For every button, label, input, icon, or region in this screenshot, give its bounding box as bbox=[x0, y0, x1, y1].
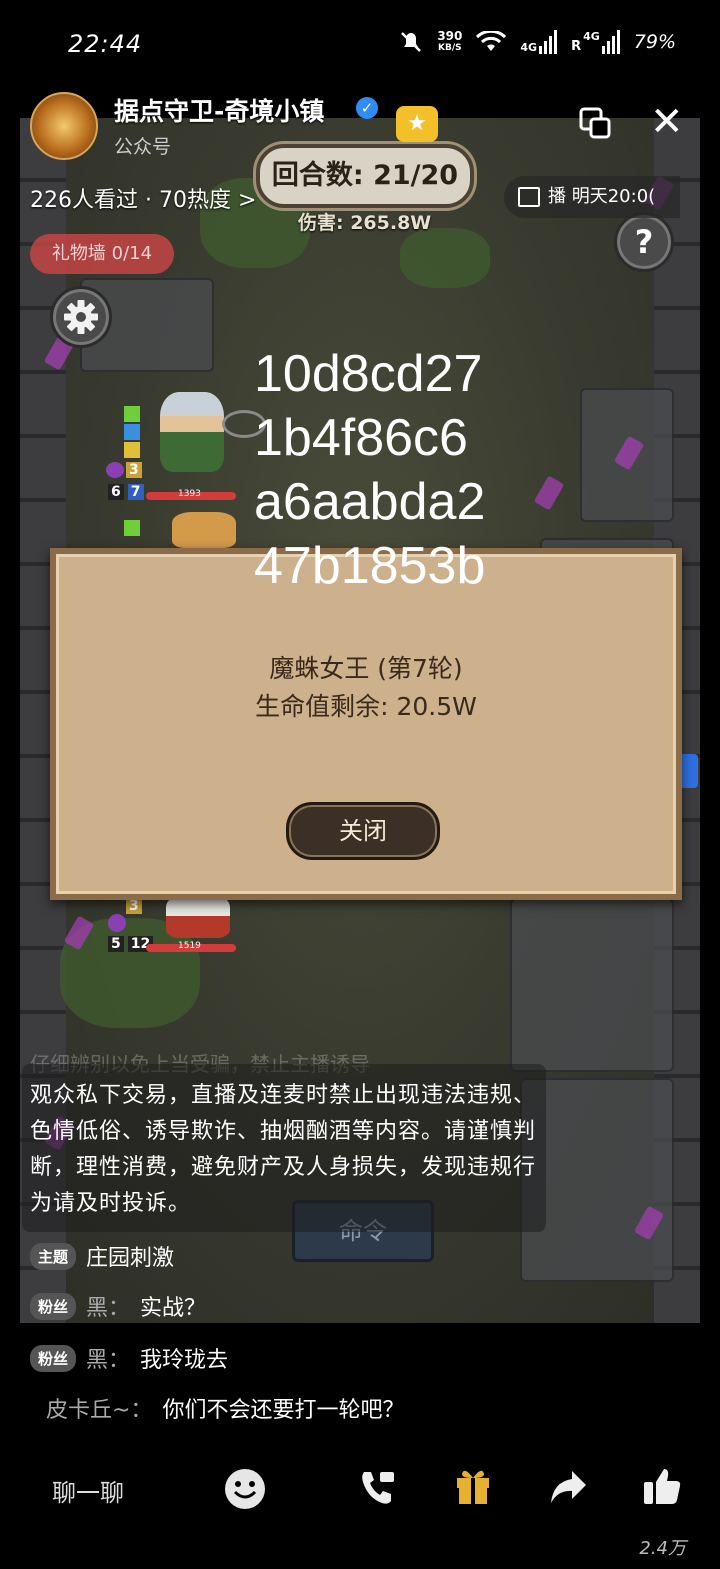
chat-nick[interactable]: 黑： bbox=[86, 1342, 130, 1374]
account-name[interactable]: 据点守卫-奇境小镇 bbox=[114, 92, 324, 128]
hero-1-hp-value: 1393 bbox=[178, 489, 201, 499]
crystal-decoration bbox=[533, 475, 565, 511]
share-icon[interactable] bbox=[548, 1468, 588, 1506]
network-type-2: 4G bbox=[583, 30, 600, 43]
emoji-icon[interactable] bbox=[224, 1468, 266, 1510]
buff-icon bbox=[124, 406, 140, 422]
chat-message: 主题 庄园刺激 bbox=[30, 1240, 174, 1272]
like-icon[interactable] bbox=[642, 1466, 682, 1506]
star-badge-icon[interactable]: ★ bbox=[396, 106, 438, 142]
likes-count: 2.4万 bbox=[639, 1538, 686, 1559]
chat-nick[interactable]: 黑： bbox=[86, 1290, 130, 1322]
hero-1-stats: 6 7 bbox=[108, 484, 144, 500]
schedule-text: 播 明天20:0( bbox=[548, 186, 656, 207]
grass-patch bbox=[400, 228, 490, 288]
hero-1-tags: 3 bbox=[106, 462, 142, 478]
signal-bars-icon bbox=[601, 30, 620, 54]
viewer-stats[interactable]: 226人看过 · 70热度 > bbox=[30, 182, 256, 214]
status-icons: 390 KB/S 4G R 4G 79% bbox=[399, 30, 676, 54]
hero-1-sprite[interactable] bbox=[160, 392, 224, 472]
gift-wall-button[interactable]: 礼物墙 0/14 bbox=[30, 234, 174, 274]
hex-line: 10d8cd27 bbox=[254, 345, 483, 403]
hex-line: 1b4f86c6 bbox=[254, 409, 468, 467]
roaming-indicator: R bbox=[571, 39, 582, 54]
call-icon[interactable] bbox=[358, 1468, 398, 1508]
chat-badge: 主题 bbox=[30, 1242, 77, 1270]
hero-3-hp-value: 1519 bbox=[178, 941, 201, 951]
chat-nick[interactable]: 皮卡丘~： bbox=[46, 1392, 152, 1424]
hero-3-tags: 3 bbox=[126, 898, 142, 914]
chat-text: 我玲珑去 bbox=[140, 1348, 229, 1373]
buff-icon bbox=[124, 520, 140, 536]
hero-stat: 7 bbox=[127, 484, 144, 500]
hero-3-sprite[interactable] bbox=[166, 894, 230, 938]
buff-icon bbox=[124, 424, 140, 440]
hero-2-sprite[interactable] bbox=[172, 512, 236, 548]
dialog-close-button[interactable]: 关闭 bbox=[286, 802, 440, 860]
buff-icon bbox=[124, 442, 140, 458]
net-speed: 390 KB/S bbox=[437, 30, 462, 54]
status-time: 22:44 bbox=[68, 30, 143, 58]
chat-message: 粉丝 黑： 实战？ bbox=[30, 1290, 206, 1322]
chat-badge: 粉丝 bbox=[30, 1344, 77, 1372]
hero-stat: 6 bbox=[108, 484, 124, 500]
cell-signal-1: 4G bbox=[520, 30, 558, 54]
boss-info: 魔蛛女王 (第7轮) 生命值剩余: 20.5W bbox=[50, 650, 682, 726]
chat-text: 庄园刺激 bbox=[86, 1246, 175, 1271]
damage-total: 伤害: 265.8W bbox=[298, 212, 432, 234]
gear-icon bbox=[64, 300, 98, 334]
hex-overlay: 10d8cd27 1b4f86c6 a6aabda2 47b1853b bbox=[254, 342, 485, 598]
close-icon[interactable]: ✕ bbox=[650, 102, 684, 142]
wifi-icon bbox=[476, 31, 507, 51]
hex-line: 47b1853b bbox=[254, 537, 486, 595]
hero-tag: 3 bbox=[126, 462, 142, 478]
hex-line: a6aabda2 bbox=[254, 473, 486, 531]
signal-bars-icon bbox=[539, 30, 558, 54]
gift-icon[interactable] bbox=[454, 1466, 492, 1506]
mute-bell-icon bbox=[401, 32, 422, 52]
account-avatar[interactable] bbox=[30, 92, 98, 160]
hero-stat: 5 bbox=[108, 936, 124, 952]
net-speed-unit: KB/S bbox=[438, 43, 462, 53]
cell-signal-2: R 4G bbox=[571, 30, 620, 54]
boss-hp-remaining: 生命值剩余: 20.5W bbox=[255, 692, 477, 721]
account-type: 公众号 bbox=[114, 136, 172, 158]
boss-name: 魔蛛女王 (第7轮) bbox=[269, 654, 463, 683]
multi-window-icon[interactable] bbox=[578, 106, 612, 140]
calendar-icon bbox=[518, 187, 540, 207]
live-schedule[interactable]: 播 明天20:0( bbox=[504, 176, 680, 218]
settings-button[interactable] bbox=[50, 286, 112, 348]
battery-level: 79% bbox=[633, 31, 676, 53]
net-speed-value: 390 bbox=[437, 29, 463, 43]
chat-message: 粉丝 黑： 我玲珑去 bbox=[30, 1342, 228, 1374]
chat-text: 你们不会还要打一轮吧？ bbox=[162, 1398, 405, 1423]
buff-icon bbox=[108, 914, 126, 932]
chat-input-button[interactable]: 聊一聊 bbox=[52, 1462, 124, 1518]
platform-notice: 观众私下交易，直播及连麦时禁止出现违法违规、色情低俗、诱导欺诈、抽烟酗酒等内容。… bbox=[22, 1064, 546, 1232]
chat-text: 实战？ bbox=[140, 1296, 207, 1321]
hero-tag: 3 bbox=[126, 898, 142, 914]
stone-tile bbox=[510, 898, 674, 1072]
network-type-1: 4G bbox=[520, 41, 538, 54]
verified-icon: ✓ bbox=[356, 97, 378, 119]
chat-message: 皮卡丘~： 你们不会还要打一轮吧？ bbox=[46, 1392, 404, 1424]
help-button[interactable]: ? bbox=[614, 212, 674, 272]
round-counter: 回合数: 21/20 bbox=[256, 144, 474, 208]
chat-badge: 粉丝 bbox=[30, 1292, 77, 1320]
